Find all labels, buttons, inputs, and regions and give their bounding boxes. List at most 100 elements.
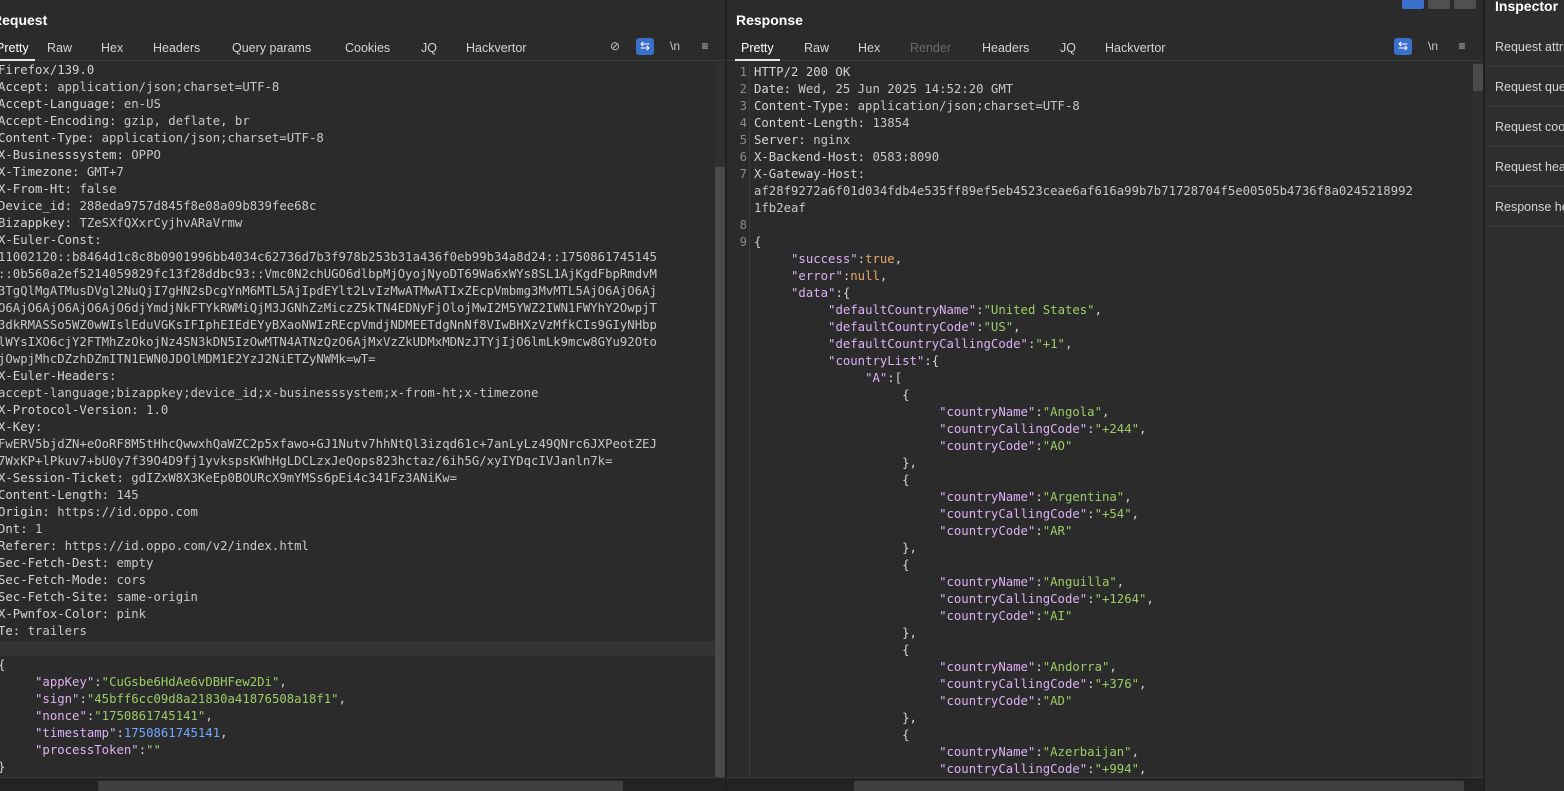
response-line: af28f9272a6f01d034fdb4e535ff89ef5eb4523c… xyxy=(754,183,1413,200)
request-header-line: Sec-Fetch-Site: same-origin xyxy=(0,589,198,606)
request-tab-hackvertor[interactable]: Hackvertor xyxy=(466,41,526,55)
code-token: "+994" xyxy=(1094,762,1139,776)
code-token: }, xyxy=(754,711,917,725)
code-token: Content-Type: xyxy=(754,99,851,113)
inspector-request-cookies[interactable]: Request cookies xyxy=(1485,107,1564,147)
code-token: : xyxy=(1087,592,1095,606)
code-token: : xyxy=(1087,507,1095,521)
header-value: pink xyxy=(109,607,147,621)
header-name: X-Session-Ticket: xyxy=(0,471,124,485)
request-tab-raw[interactable]: Raw xyxy=(47,41,72,55)
code-token: }, xyxy=(754,626,917,640)
response-line: { xyxy=(754,557,909,574)
line-number: 8 xyxy=(739,218,747,232)
response-scrollbar-thumb[interactable] xyxy=(1473,64,1483,91)
header-value: empty xyxy=(109,556,154,570)
response-tab-jq[interactable]: JQ xyxy=(1060,41,1076,55)
response-tab-hex[interactable]: Hex xyxy=(858,41,880,55)
response-newline-toggle[interactable]: \n xyxy=(1424,38,1442,55)
header-value: GMT+7 xyxy=(79,165,124,179)
header-name: Content-Type: xyxy=(0,131,95,145)
inspector-response-headers[interactable]: Response headers xyxy=(1485,187,1564,227)
line-number: 1 xyxy=(739,65,747,79)
response-bottom-bar xyxy=(727,777,1483,791)
response-search-box[interactable] xyxy=(854,781,1464,791)
request-scrollbar-thumb[interactable] xyxy=(715,167,725,777)
response-menu-icon[interactable]: ≡ xyxy=(1453,38,1471,55)
code-token: "countryCallingCode" xyxy=(939,592,1088,606)
hide-nonprintable-icon[interactable]: ⊘ xyxy=(606,38,624,55)
header-value: gdIZxW8X3KeEp0BOURcX9mYMSs6pEi4c341Fz3AN… xyxy=(123,471,458,485)
request-header-line: Accept-Language: en-US xyxy=(0,96,161,113)
code-token: : xyxy=(1035,405,1043,419)
request-newline-toggle[interactable]: \n xyxy=(666,38,684,55)
request-menu-icon[interactable]: ≡ xyxy=(696,38,714,55)
response-tab-render[interactable]: Render xyxy=(910,41,951,55)
response-scrollbar[interactable] xyxy=(1473,62,1483,777)
code-token: 13854 xyxy=(865,116,910,130)
response-editor[interactable]: 1 2 3 4 5 6 7 8 9 HTTP/2 200 OK Date: Wed, 25 Jun… xyxy=(727,62,1483,777)
header-value: 11002120::b8464d1c8c8b0901996bb4034c6273… xyxy=(0,250,657,264)
header-name: Sec-Fetch-Mode: xyxy=(0,573,110,587)
response-tab-pretty[interactable]: Pretty xyxy=(735,41,780,61)
response-tab-headers[interactable]: Headers xyxy=(982,41,1029,55)
response-line: { xyxy=(754,727,909,744)
request-search-box[interactable] xyxy=(98,781,623,791)
layout-tabs-button[interactable] xyxy=(1454,0,1476,9)
response-title: Response xyxy=(736,12,803,28)
header-value: https://id.oppo.com/v2/index.html xyxy=(57,539,309,553)
headers-body-separator xyxy=(0,641,715,656)
header-name: Accept-Language: xyxy=(0,97,117,111)
code-token: : xyxy=(1035,609,1043,623)
layout-top-bottom-button[interactable] xyxy=(1428,0,1450,9)
response-line: "error":null, xyxy=(754,268,887,285)
layout-side-by-side-button[interactable] xyxy=(1402,0,1424,9)
code-token: : xyxy=(976,320,984,334)
response-line: X-Gateway-Host: xyxy=(754,166,865,183)
request-header-line: Sec-Fetch-Mode: cors xyxy=(0,572,146,589)
response-tab-hackvertor[interactable]: Hackvertor xyxy=(1105,41,1165,55)
request-tab-hex[interactable]: Hex xyxy=(101,41,123,55)
response-tabs: Pretty Raw Hex Render Headers JQ Hackver… xyxy=(727,36,1483,61)
code-token: { xyxy=(754,235,762,249)
code-token: "sign" xyxy=(35,692,80,706)
response-line: { xyxy=(754,387,909,404)
request-tab-headers[interactable]: Headers xyxy=(153,41,200,55)
code-token: "CuGsbe6HdAe6vDBHFew2Di" xyxy=(101,675,280,689)
request-editor[interactable]: Firefox/139.0 Accept: application/json;ch… xyxy=(0,62,725,777)
code-token: "countryName" xyxy=(939,575,1036,589)
request-tab-query-params[interactable]: Query params xyxy=(232,41,311,55)
request-wrap-icon[interactable]: ⇆ xyxy=(636,38,654,55)
response-line: }, xyxy=(754,540,917,557)
request-tab-cookies[interactable]: Cookies xyxy=(345,41,390,55)
request-scrollbar[interactable] xyxy=(715,62,725,777)
request-tab-jq[interactable]: JQ xyxy=(421,41,437,55)
response-wrap-icon[interactable]: ⇆ xyxy=(1394,38,1412,55)
response-line: { xyxy=(754,472,909,489)
inspector-request-headers[interactable]: Request headers xyxy=(1485,147,1564,187)
request-tab-pretty[interactable]: Pretty xyxy=(0,41,35,61)
code-token: HTTP/2 200 OK xyxy=(754,65,851,79)
response-line: "countryName":"Argentina", xyxy=(754,489,1132,506)
code-token: , xyxy=(1124,490,1132,504)
response-line: "countryCallingCode":"+244", xyxy=(754,421,1146,438)
request-header-line: Bizappkey: TZeSXfQXxrCyjhvARaVrmw xyxy=(0,215,242,232)
inspector-title: Inspector xyxy=(1495,0,1559,14)
code-token: "AD" xyxy=(1042,694,1073,708)
request-header-line: Device_id: 288eda9757d845f8e08a09b839fee… xyxy=(0,198,316,215)
response-line: }, xyxy=(754,710,917,727)
code-token: Date: xyxy=(754,82,792,96)
response-line: "countryCode":"AO" xyxy=(754,438,1072,455)
inspector-request-attributes[interactable]: Request attributes xyxy=(1485,27,1564,67)
response-tab-raw[interactable]: Raw xyxy=(804,41,829,55)
inspector-request-query-parameters[interactable]: Request query parameters xyxy=(1485,67,1564,107)
line-number: 6 xyxy=(739,150,747,164)
